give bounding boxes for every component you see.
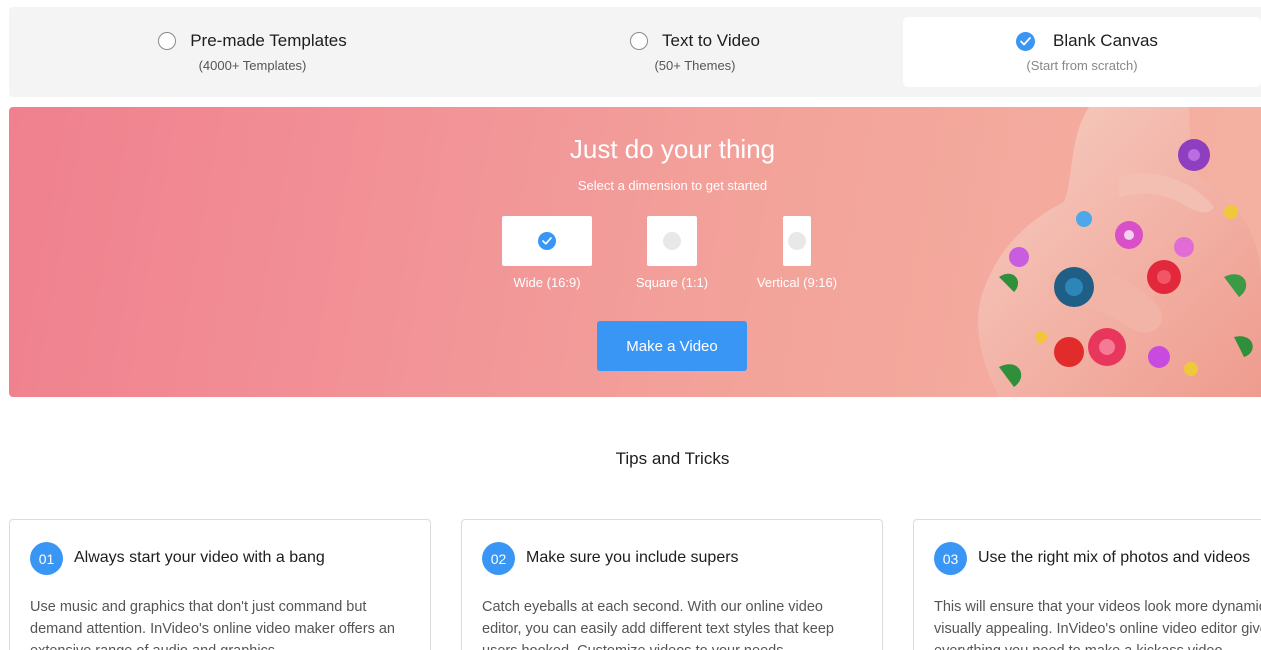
radio-unchecked-icon xyxy=(630,32,648,50)
hero-banner: Just do your thing Select a dimension to… xyxy=(9,107,1261,397)
tab-sublabel: (4000+ Templates) xyxy=(198,58,307,73)
tip-title: Always start your video with a bang xyxy=(74,549,325,566)
radio-unchecked-icon xyxy=(663,232,681,250)
tab-text-to-video[interactable]: Text to Video (50+ Themes) xyxy=(456,7,934,97)
tab-premade-row: Pre-made Templates xyxy=(9,31,496,51)
tip-card: 03 Use the right mix of photos and video… xyxy=(913,519,1261,650)
radio-unchecked-icon xyxy=(158,32,177,50)
tip-number-badge: 01 xyxy=(30,542,63,575)
dimension-wide-option[interactable] xyxy=(502,216,592,266)
make-a-video-button[interactable]: Make a Video xyxy=(597,321,747,371)
tab-blank-row: Blank Canvas xyxy=(903,31,1261,51)
tab-label: Pre-made Templates xyxy=(190,31,347,50)
dimension-square-label: Square (1:1) xyxy=(635,275,709,290)
hero-illustration xyxy=(978,107,1261,397)
checkmark-circle-icon xyxy=(1016,31,1036,51)
purple-flower-icon xyxy=(1178,139,1210,171)
tip-title: Use the right mix of photos and videos xyxy=(978,549,1251,566)
radio-unchecked-icon xyxy=(788,232,806,250)
dimension-square-option[interactable] xyxy=(647,216,697,266)
dimension-wide-label: Wide (16:9) xyxy=(513,275,581,290)
tab-text-row: Text to Video xyxy=(456,31,934,51)
dimension-vertical-option[interactable] xyxy=(783,216,811,266)
tip-card: 02 Make sure you include supers Catch ey… xyxy=(461,519,883,650)
tip-card: 01 Always start your video with a bang U… xyxy=(9,519,431,650)
tip-body: Catch eyeballs at each second. With our … xyxy=(482,599,834,650)
tab-label: Text to Video xyxy=(662,31,760,50)
tips-section-title: Tips and Tricks xyxy=(615,449,730,468)
flower-icon xyxy=(1054,267,1094,307)
tip-number-badge: 03 xyxy=(934,542,967,575)
tip-number-badge: 02 xyxy=(482,542,515,575)
tip-body: Use music and graphics that don't just c… xyxy=(30,599,395,650)
tab-sublabel: (Start from scratch) xyxy=(1026,58,1138,73)
tab-premade-templates[interactable]: Pre-made Templates (4000+ Templates) xyxy=(9,7,496,97)
tab-label: Blank Canvas xyxy=(1053,31,1158,50)
checkmark-circle-icon xyxy=(538,232,556,250)
tip-body: This will ensure that your videos look m… xyxy=(934,599,1261,650)
template-type-tabs: Pre-made Templates (4000+ Templates) Tex… xyxy=(9,7,1261,97)
tip-title: Make sure you include supers xyxy=(526,549,739,566)
tab-sublabel: (50+ Themes) xyxy=(654,58,736,73)
tab-blank-canvas[interactable]: Blank Canvas (Start from scratch) xyxy=(903,17,1261,87)
dimension-vertical-label: Vertical (9:16) xyxy=(756,275,838,290)
